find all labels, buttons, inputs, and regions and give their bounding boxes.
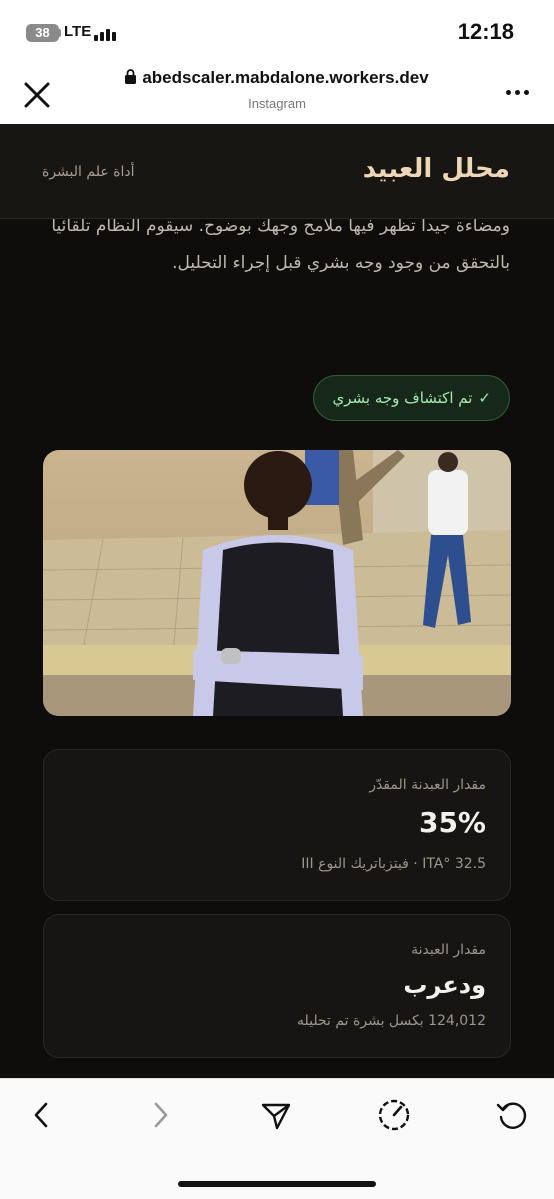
uploaded-photo <box>43 450 511 716</box>
url-text: abedscaler.mabdalone.workers.dev <box>142 68 429 87</box>
battery-tip <box>58 29 61 37</box>
status-time: 12:18 <box>457 19 514 44</box>
result-label: مقدار العبدنة <box>411 942 486 958</box>
site-brand[interactable]: محلل العبيد <box>363 154 510 184</box>
chevron-left-icon[interactable] <box>24 1097 60 1133</box>
gauge-icon[interactable] <box>376 1097 412 1133</box>
lock-icon <box>125 69 137 84</box>
result-value: ودعرب <box>403 971 486 999</box>
result-note: ITA° 32.5 · فيتزباتريك النوع III <box>301 856 486 872</box>
source-label: Instagram <box>248 96 306 111</box>
network-label: LTE <box>64 23 92 40</box>
site-header: محلل العبيد أداة علم البشرة <box>0 124 554 219</box>
result-card: مقدار العبدنة المقدّر 35% ITA° 32.5 · في… <box>43 749 511 901</box>
check-icon: ✓ <box>478 389 491 407</box>
home-indicator[interactable] <box>178 1181 376 1187</box>
more-icon[interactable] <box>506 90 530 98</box>
badge-label: تم اكتشاف وجه بشري <box>332 389 473 407</box>
browser-header: abedscaler.mabdalone.workers.dev Instagr… <box>0 62 554 124</box>
reload-icon[interactable] <box>494 1097 530 1133</box>
result-value: 35% <box>418 806 486 839</box>
chevron-right-icon[interactable] <box>142 1097 178 1133</box>
face-detected-badge: ✓ تم اكتشاف وجه بشري <box>313 375 510 421</box>
web-content: محلل العبيد أداة علم البشرة ومضاءة جيدا … <box>0 124 554 1078</box>
url-bar[interactable]: abedscaler.mabdalone.workers.dev <box>0 68 554 88</box>
result-label: مقدار العبدنة المقدّر <box>369 777 486 793</box>
status-bar: 38 LTE 12:18 <box>0 0 554 62</box>
result-note: 124,012 بكسل بشرة تم تحليله <box>296 1013 486 1029</box>
site-tagline: أداة علم البشرة <box>42 164 135 180</box>
battery-level: 38 <box>35 25 50 40</box>
result-card: مقدار العبدنة ودعرب 124,012 بكسل بشرة تم… <box>43 914 511 1058</box>
intro-text: ومضاءة جيدا تظهر فيها ملامح وجهك بوضوح. … <box>51 216 510 273</box>
battery-icon: 38 <box>26 24 59 42</box>
signal-icon <box>94 25 120 41</box>
send-icon[interactable] <box>258 1097 294 1133</box>
